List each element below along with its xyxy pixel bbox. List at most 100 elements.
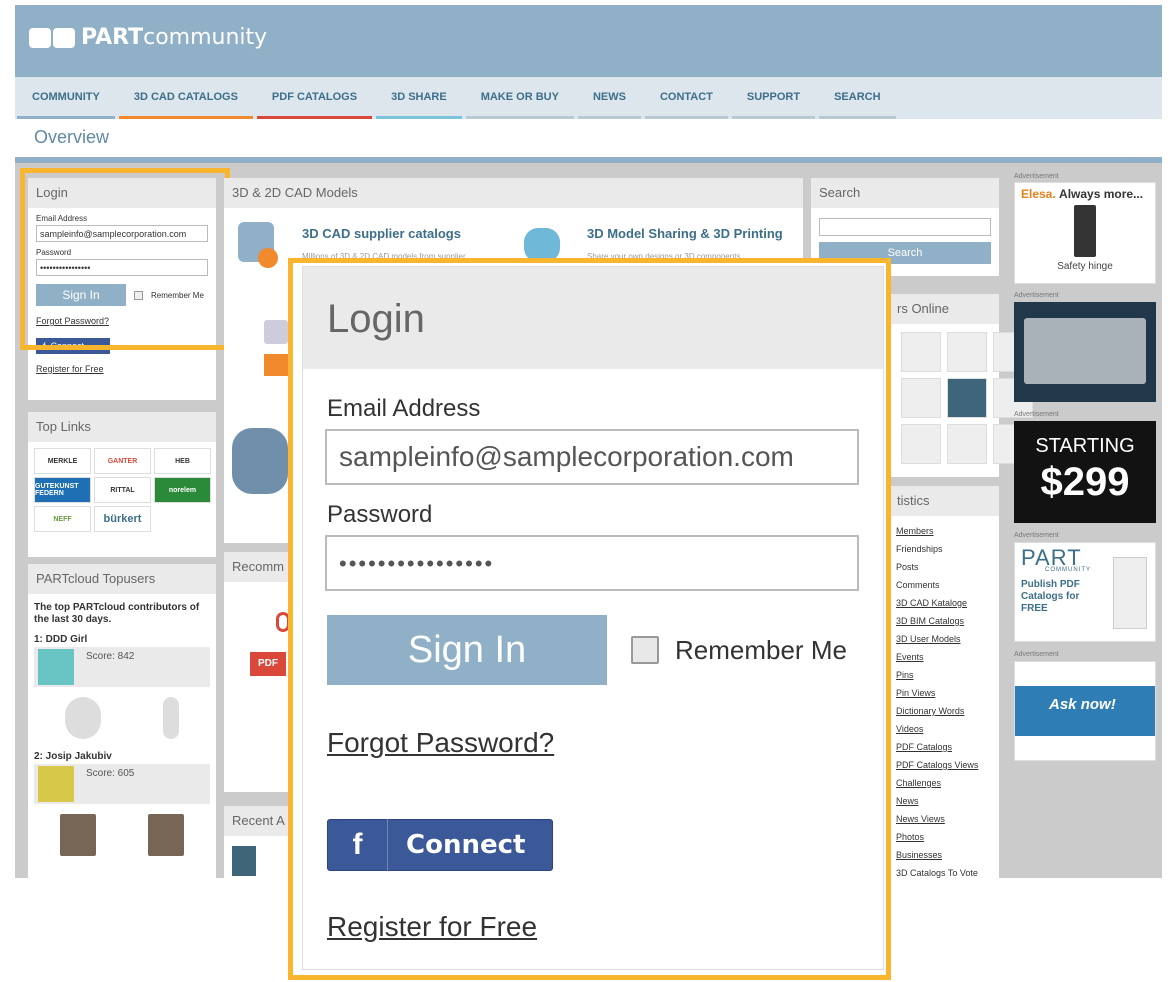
avatar[interactable] [947,332,987,372]
stat-item[interactable]: Members [896,522,999,540]
gutekunst-logo[interactable]: GUTEKUNST FEDERN [34,477,91,503]
stat-item[interactable]: 3D CAD Kataloge [896,594,999,612]
nav-3d-share[interactable]: 3D SHARE [374,77,464,119]
remember-me-label: Remember Me [675,634,847,665]
ganter-logo[interactable]: GANTER [94,448,151,474]
norelem-logo[interactable]: norelem [154,477,211,503]
avatar[interactable] [947,378,987,418]
avatar[interactable] [232,846,256,876]
stat-item[interactable]: Challenges [896,774,999,792]
now-text: now! [1080,696,1116,713]
stat-item[interactable]: PDF Catalogs [896,738,999,756]
nav-contact[interactable]: CONTACT [643,77,730,119]
price-ad-starting: STARTING [1035,435,1135,457]
avatar[interactable] [38,766,74,802]
model-thumbnail[interactable] [148,814,184,856]
main-nav: COMMUNITY 3D CAD CATALOGS PDF CATALOGS 3… [15,77,1162,119]
stat-item[interactable]: Businesses [896,846,999,864]
actuator-image [1024,318,1146,384]
top-links-title: Top Links [28,412,216,442]
nav-make-or-buy[interactable]: MAKE OR BUY [464,77,576,119]
score-text: Score: 842 [86,651,135,662]
stat-item[interactable]: Pin Views [896,684,999,702]
register-link[interactable]: Register for Free [327,911,883,943]
model-sharing-link[interactable]: 3D Model Sharing & 3D Printing [587,226,783,241]
stat-item: Comments [896,580,940,590]
model-thumbnail[interactable] [163,697,179,739]
topuser-models [34,697,210,741]
model-thumbnail[interactable] [60,814,96,856]
topuser-models [34,814,210,858]
stat-item[interactable]: News [896,792,999,810]
topuser-name[interactable]: 2: Josip Jakubiv [34,751,210,762]
safety-hinge-image [1074,205,1096,257]
ad-label: Advertisement [1014,411,1059,418]
email-field[interactable]: sampleinfo@samplecorporation.com [325,429,859,485]
linear-actuator-ad[interactable] [1014,302,1156,402]
elesa-brand: Elesa. [1021,187,1056,201]
nav-pdf-catalogs[interactable]: PDF CATALOGS [255,77,374,119]
rittal-logo[interactable]: RITTAL [94,477,151,503]
register-link[interactable]: Register for Free [36,364,208,374]
facebook-connect-button[interactable]: f Connect [327,819,553,871]
brand-bold: PART [81,25,144,50]
topuser-score: Score: 605 [34,764,210,804]
statistics-list: Members Friendships Posts Comments 3D CAD Ka… [896,522,999,882]
part-ad-text: Publish PDF Catalogs for FREE [1021,579,1080,614]
forgot-password-link[interactable]: Forgot Password? [327,727,883,759]
brand-light: community [143,25,268,50]
topuser-score: Score: 842 [34,647,210,687]
stat-item[interactable]: Dictionary Words [896,702,999,720]
nav-news[interactable]: NEWS [576,77,643,119]
price-ad[interactable]: STARTING $299 [1014,421,1156,523]
password-label: Password [327,501,433,528]
pump-image [232,428,288,494]
nav-3d-cad-catalogs[interactable]: 3D CAD CATALOGS [117,77,255,119]
stat-item[interactable]: Pins [896,666,999,684]
elesa-tagline: Always more... [1059,187,1144,201]
topuser-name[interactable]: 1: DDD Girl [34,634,210,645]
stat-item[interactable]: Videos [896,720,999,738]
cad-models-title: 3D & 2D CAD Models [224,178,803,208]
partcommunity-logo-icon [29,27,75,48]
top-links-panel: Top Links MERKLE GANTER HEB GUTEKUNST FE… [28,412,216,557]
avatar[interactable] [901,424,941,464]
stat-item: 3D Catalogs To Vote [896,868,978,878]
nav-community[interactable]: COMMUNITY [15,77,117,119]
password-field[interactable]: •••••••••••••••• [325,535,859,591]
site-logo[interactable]: PARTcommunity [29,25,267,50]
merkle-logo[interactable]: MERKLE [34,448,91,474]
stat-item: Friendships [896,544,943,554]
elesa-caption: Safety hinge [1057,261,1113,272]
heb-logo[interactable]: HEB [154,448,211,474]
price-ad-price: $299 [1040,460,1130,504]
stat-item[interactable]: 3D User Models [896,630,999,648]
neff-logo[interactable]: NEFF [34,506,91,532]
ask-now-ad[interactable]: Ask now! [1014,661,1156,761]
sharing-cloud-icon[interactable] [524,228,560,262]
stat-item[interactable]: Photos [896,828,999,846]
topusers-panel: PARTcloud Topusers The top PARTcloud con… [28,564,216,878]
search-input[interactable] [819,218,991,236]
supplier-catalogs-link[interactable]: 3D CAD supplier catalogs [302,226,461,241]
topusers-title: PARTcloud Topusers [28,564,216,594]
remember-me-checkbox[interactable] [631,636,659,664]
avatar[interactable] [947,424,987,464]
pdf-button[interactable]: PDF [250,652,286,676]
burkert-logo[interactable]: bürkert [94,506,151,532]
stat-item[interactable]: PDF Catalogs Views [896,756,999,774]
catalog-icon[interactable] [264,320,288,344]
avatar[interactable] [38,649,74,685]
stat-item[interactable]: 3D BIM Catalogs [896,612,999,630]
avatar[interactable] [901,378,941,418]
sign-in-button[interactable]: Sign In [327,615,607,685]
avatar[interactable] [901,332,941,372]
model-thumbnail[interactable] [65,697,101,739]
ask-text: Ask [1049,696,1077,713]
nav-support[interactable]: SUPPORT [730,77,817,119]
nav-search[interactable]: SEARCH [817,77,897,119]
elesa-ad[interactable]: Elesa. Always more... Safety hinge [1014,182,1156,284]
stat-item[interactable]: News Views [896,810,999,828]
partcommunity-ad[interactable]: PART COMMUNITY Publish PDF Catalogs for … [1014,542,1156,642]
stat-item[interactable]: Events [896,648,999,666]
